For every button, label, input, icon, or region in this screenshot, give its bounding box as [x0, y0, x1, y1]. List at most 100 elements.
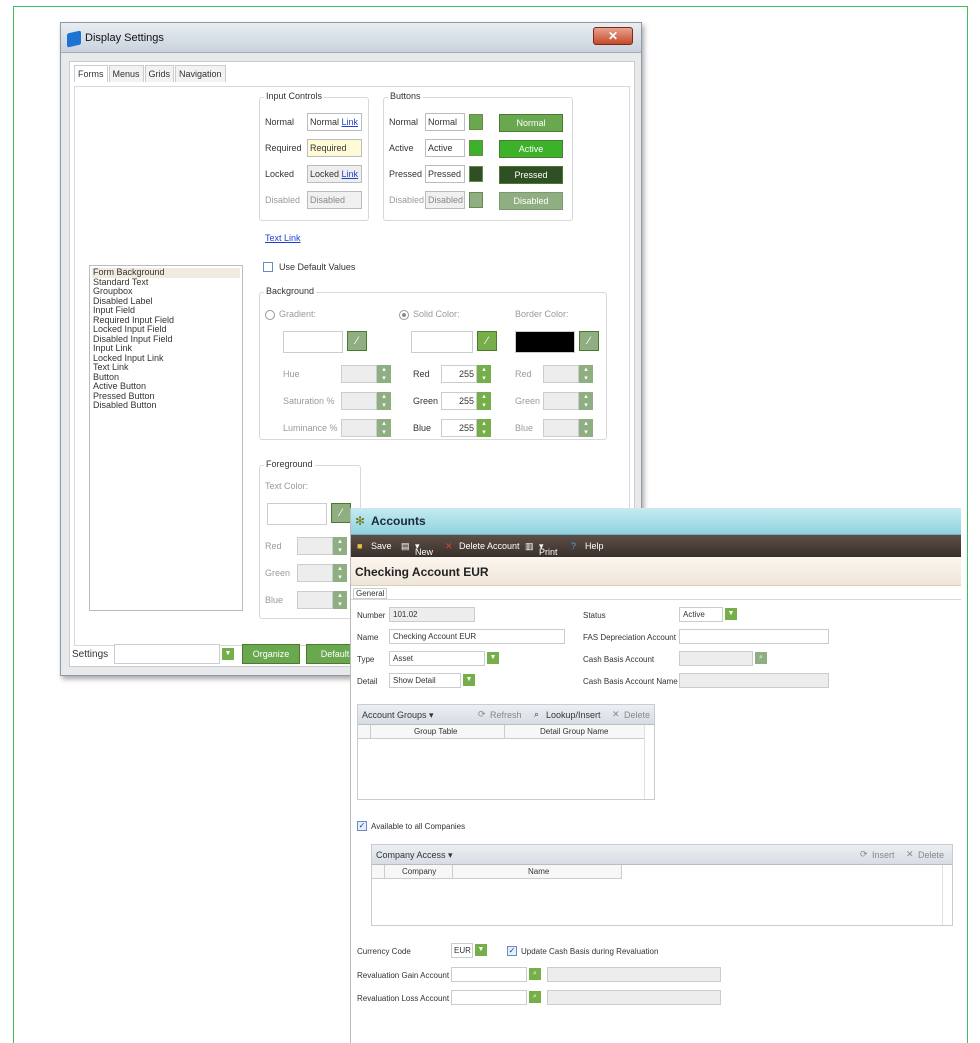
delete-button[interactable]: Delete: [624, 710, 650, 720]
window-title: Display Settings: [85, 32, 164, 44]
account-groups-title[interactable]: Account Groups ▾: [362, 710, 434, 721]
company-access-toolbar: Company Access ▾ ⟳ Insert ✕ Delete: [372, 845, 952, 865]
bg-red-field[interactable]: 255: [441, 365, 477, 383]
help-button[interactable]: Help: [585, 541, 604, 551]
status-select[interactable]: Active: [679, 607, 723, 622]
btn-active-label: Active: [389, 143, 414, 153]
use-default-checkbox[interactable]: [263, 262, 273, 272]
revaluation-loss-field[interactable]: [451, 990, 527, 1005]
background-legend: Background: [264, 286, 317, 296]
save-button[interactable]: Save: [371, 541, 392, 551]
delete-account-button[interactable]: Delete Account: [459, 541, 520, 551]
accounts-title-bar: ✻ Accounts: [351, 508, 961, 535]
solid-color-field[interactable]: [411, 331, 473, 353]
text-color-picker[interactable]: ⁄: [331, 503, 351, 523]
disabled-label: Disabled: [265, 195, 301, 205]
fg-blue-spinner: ▴ ▾: [333, 591, 347, 609]
list-item[interactable]: Disabled Button: [92, 400, 240, 411]
close-button[interactable]: ✕: [593, 27, 633, 45]
locked-input[interactable]: Locked Link: [307, 165, 362, 183]
fas-field[interactable]: [679, 629, 829, 644]
detail-select[interactable]: Show Detail: [389, 673, 461, 688]
solid-color-radio[interactable]: [399, 310, 409, 320]
btn-pressed-field[interactable]: Pressed: [425, 165, 465, 183]
company-access-title[interactable]: Company Access ▾: [376, 850, 453, 861]
chevron-down-icon[interactable]: ▼: [725, 608, 737, 620]
chevron-down-icon[interactable]: ▼: [222, 648, 234, 660]
accounts-toolbar: ■ Save ▤ New ▾ ✕ Delete Account ▥ Print …: [351, 535, 961, 557]
bg-blue-field[interactable]: 255: [441, 419, 477, 437]
border-green-label: Green: [515, 396, 541, 406]
help-icon: ?: [571, 541, 577, 551]
border-green-spinner: ▴ ▾: [579, 392, 593, 410]
normal-link[interactable]: Link: [342, 117, 359, 127]
solid-picker-button[interactable]: ⁄: [477, 331, 497, 351]
gradient-label: Gradient:: [279, 309, 317, 319]
type-select[interactable]: Asset: [389, 651, 485, 666]
required-input[interactable]: Required: [307, 139, 362, 157]
settings-select[interactable]: [114, 644, 220, 664]
account-groups-toolbar: Account Groups ▾ ⟳ Refresh ⌕ Lookup/Inse…: [358, 705, 654, 725]
tab-grids[interactable]: Grids: [144, 65, 175, 82]
tab-forms[interactable]: Forms: [74, 65, 108, 82]
active-color-swatch[interactable]: [469, 140, 483, 156]
btn-active-field[interactable]: Active: [425, 139, 465, 157]
gradient-color-field[interactable]: [283, 331, 343, 353]
normal-input[interactable]: Normal Link: [307, 113, 362, 131]
organize-button[interactable]: Organize: [242, 644, 300, 664]
cash-basis-field: [679, 651, 753, 666]
new-icon: ▤: [401, 541, 410, 551]
pressed-button[interactable]: Pressed: [499, 166, 563, 184]
delete-icon: ✕: [612, 709, 620, 719]
border-red-label: Red: [515, 369, 532, 379]
column-header[interactable]: Company: [402, 867, 436, 876]
bg-blue-spinner[interactable]: ▴ ▾: [477, 419, 491, 437]
luminance-field: [341, 419, 377, 437]
bg-blue-label: Blue: [413, 423, 432, 433]
text-link[interactable]: Text Link: [265, 233, 301, 243]
locked-link[interactable]: Link: [342, 169, 359, 179]
border-color-field[interactable]: [515, 331, 575, 353]
revaluation-gain-field[interactable]: [451, 967, 527, 982]
insert-button[interactable]: Insert: [872, 850, 895, 860]
column-header[interactable]: Name: [528, 867, 549, 876]
search-icon[interactable]: ⌕: [529, 968, 541, 980]
normal-color-swatch[interactable]: [469, 114, 483, 130]
pressed-color-swatch[interactable]: [469, 166, 483, 182]
new-button[interactable]: New ▾: [415, 541, 433, 557]
vertical-scrollbar[interactable]: [942, 865, 952, 925]
btn-normal-field[interactable]: Normal: [425, 113, 465, 131]
bg-red-spinner[interactable]: ▴ ▾: [477, 365, 491, 383]
refresh-button[interactable]: Refresh: [490, 710, 522, 720]
print-button[interactable]: Print ▾: [539, 541, 558, 557]
normal-button[interactable]: Normal: [499, 114, 563, 132]
currency-code-select[interactable]: EUR: [451, 943, 473, 958]
accounts-window: ✻ Accounts ■ Save ▤ New ▾ ✕ Delete Accou…: [350, 508, 961, 1043]
text-color-field[interactable]: [267, 503, 327, 525]
tab-menus[interactable]: Menus: [108, 65, 144, 82]
border-red-field: [543, 365, 579, 383]
chevron-down-icon[interactable]: ▼: [463, 674, 475, 686]
saturation-spinner: ▴ ▾: [377, 392, 391, 410]
bg-green-field[interactable]: 255: [441, 392, 477, 410]
delete-button[interactable]: Delete: [918, 850, 944, 860]
border-picker-button[interactable]: ⁄: [579, 331, 599, 351]
chevron-down-icon[interactable]: ▼: [487, 652, 499, 664]
chevron-down-icon[interactable]: ▼: [475, 944, 487, 956]
available-checkbox[interactable]: ✓: [357, 821, 367, 831]
tab-general[interactable]: General: [353, 588, 388, 599]
update-cash-basis-checkbox[interactable]: ✓: [507, 946, 517, 956]
active-button[interactable]: Active: [499, 140, 563, 158]
column-header[interactable]: Group Table: [414, 727, 457, 736]
search-icon[interactable]: ⌕: [529, 991, 541, 1003]
text-color-label: Text Color:: [265, 481, 309, 491]
tab-navigation[interactable]: Navigation: [175, 65, 226, 82]
gradient-picker-button[interactable]: ⁄: [347, 331, 367, 351]
gradient-radio[interactable]: [265, 310, 275, 320]
column-header[interactable]: Detail Group Name: [540, 727, 608, 736]
vertical-scrollbar[interactable]: [644, 725, 654, 799]
border-color-label: Border Color:: [515, 309, 569, 319]
lookup-insert-button[interactable]: Lookup/Insert: [546, 710, 601, 720]
name-field[interactable]: Checking Account EUR: [389, 629, 565, 644]
bg-green-spinner[interactable]: ▴ ▾: [477, 392, 491, 410]
